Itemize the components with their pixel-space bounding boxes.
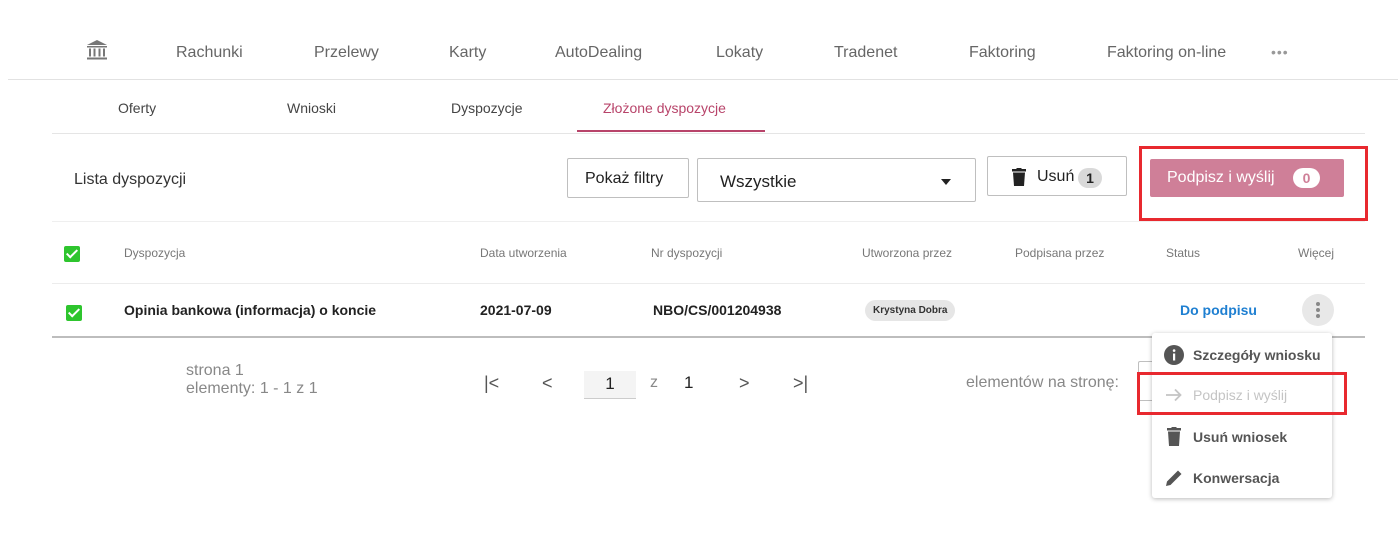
per-page-label: elementów na stronę:	[966, 374, 1119, 391]
nav-faktoring[interactable]: Faktoring	[969, 44, 1036, 62]
nav-lokaty[interactable]: Lokaty	[716, 44, 763, 62]
menu-item-label: Szczegóły wniosku	[1193, 347, 1321, 363]
show-filters-button[interactable]: Pokaż filtry	[567, 158, 689, 198]
status-link[interactable]: Do podpisu	[1180, 302, 1257, 318]
menu-item-details[interactable]: Szczegóły wniosku	[1152, 337, 1332, 373]
menu-item-label: Konwersacja	[1193, 470, 1280, 486]
nav-more-icon[interactable]: •••	[1271, 44, 1289, 60]
prev-page-icon[interactable]: <	[542, 373, 553, 394]
row-data: 2021-07-09	[480, 302, 552, 318]
pencil-icon	[1166, 470, 1182, 486]
row-dyspozycja[interactable]: Opinia bankowa (informacja) o koncie	[124, 302, 376, 318]
tab-dyspozycje[interactable]: Dyspozycje	[451, 100, 523, 116]
info-icon	[1164, 345, 1184, 365]
menu-item-conversation[interactable]: Konwersacja	[1152, 460, 1332, 496]
next-page-icon[interactable]: >	[739, 373, 750, 394]
select-all-checkbox[interactable]	[64, 246, 80, 262]
col-podpisana-przez[interactable]: Podpisana przez	[1015, 246, 1104, 260]
nav-faktoring-online[interactable]: Faktoring on-line	[1107, 44, 1226, 62]
sub-tabs: Oferty Wnioski Dyspozycje Złożone dyspoz…	[52, 80, 1365, 134]
col-data-utworzenia[interactable]: Data utworzenia	[480, 246, 567, 260]
trash-icon	[1167, 427, 1181, 446]
nav-przelewy[interactable]: Przelewy	[314, 44, 379, 62]
menu-item-delete[interactable]: Usuń wniosek	[1152, 419, 1332, 455]
caret-down-icon	[941, 179, 951, 185]
first-page-icon[interactable]: |<	[484, 373, 499, 394]
current-page-input[interactable]: 1	[584, 371, 636, 399]
row-checkbox[interactable]	[66, 305, 82, 321]
show-filters-label: Pokaż filtry	[585, 170, 664, 187]
delete-count-badge: 1	[1078, 168, 1102, 188]
top-navigation: Rachunki Przelewy Karty AutoDealing Loka…	[8, 28, 1398, 80]
last-page-icon[interactable]: >|	[793, 373, 808, 394]
elements-label: elementy: 1 - 1 z 1	[186, 380, 318, 397]
of-label: z	[650, 374, 658, 391]
delete-button[interactable]: Usuń 1	[987, 156, 1127, 196]
col-status[interactable]: Status	[1166, 246, 1200, 260]
tab-zlozone-dyspozycje[interactable]: Złożone dyspozycje	[603, 100, 726, 116]
tab-oferty[interactable]: Oferty	[118, 100, 156, 116]
delete-label: Usuń	[1037, 168, 1075, 185]
trash-icon	[1012, 168, 1026, 186]
nav-tradenet[interactable]: Tradenet	[834, 44, 897, 62]
col-utworzona-przez[interactable]: Utworzona przez	[862, 246, 952, 260]
more-actions-icon[interactable]	[1302, 294, 1334, 326]
menu-item-label: Usuń wniosek	[1193, 429, 1288, 445]
divider	[52, 221, 1365, 222]
active-tab-underline	[577, 130, 765, 132]
status-select-value: Wszystkie	[720, 172, 797, 191]
divider	[52, 283, 1365, 284]
creator-chip: Krystyna Dobra	[865, 300, 956, 321]
nav-karty[interactable]: Karty	[449, 44, 486, 62]
highlight-box	[1139, 146, 1368, 221]
tab-wnioski[interactable]: Wnioski	[287, 100, 336, 116]
status-select[interactable]: Wszystkie	[697, 158, 976, 202]
nav-autodealing[interactable]: AutoDealing	[555, 44, 642, 62]
nav-rachunki[interactable]: Rachunki	[176, 44, 243, 62]
list-title: Lista dyspozycji	[74, 171, 187, 188]
total-pages: 1	[684, 373, 694, 392]
bank-icon[interactable]	[86, 39, 108, 61]
highlight-box	[1137, 372, 1347, 415]
page-label: strona 1	[186, 362, 244, 379]
col-nr-dyspozycji[interactable]: Nr dyspozycji	[651, 246, 722, 260]
pagination-info: strona 1 elementy: 1 - 1 z 1	[186, 362, 318, 398]
context-menu: Szczegóły wniosku Podpisz i wyślij Usuń …	[1152, 333, 1332, 498]
row-nr: NBO/CS/001204938	[653, 302, 782, 318]
col-wiecej: Więcej	[1298, 246, 1335, 260]
col-dyspozycja[interactable]: Dyspozycja	[124, 246, 185, 260]
